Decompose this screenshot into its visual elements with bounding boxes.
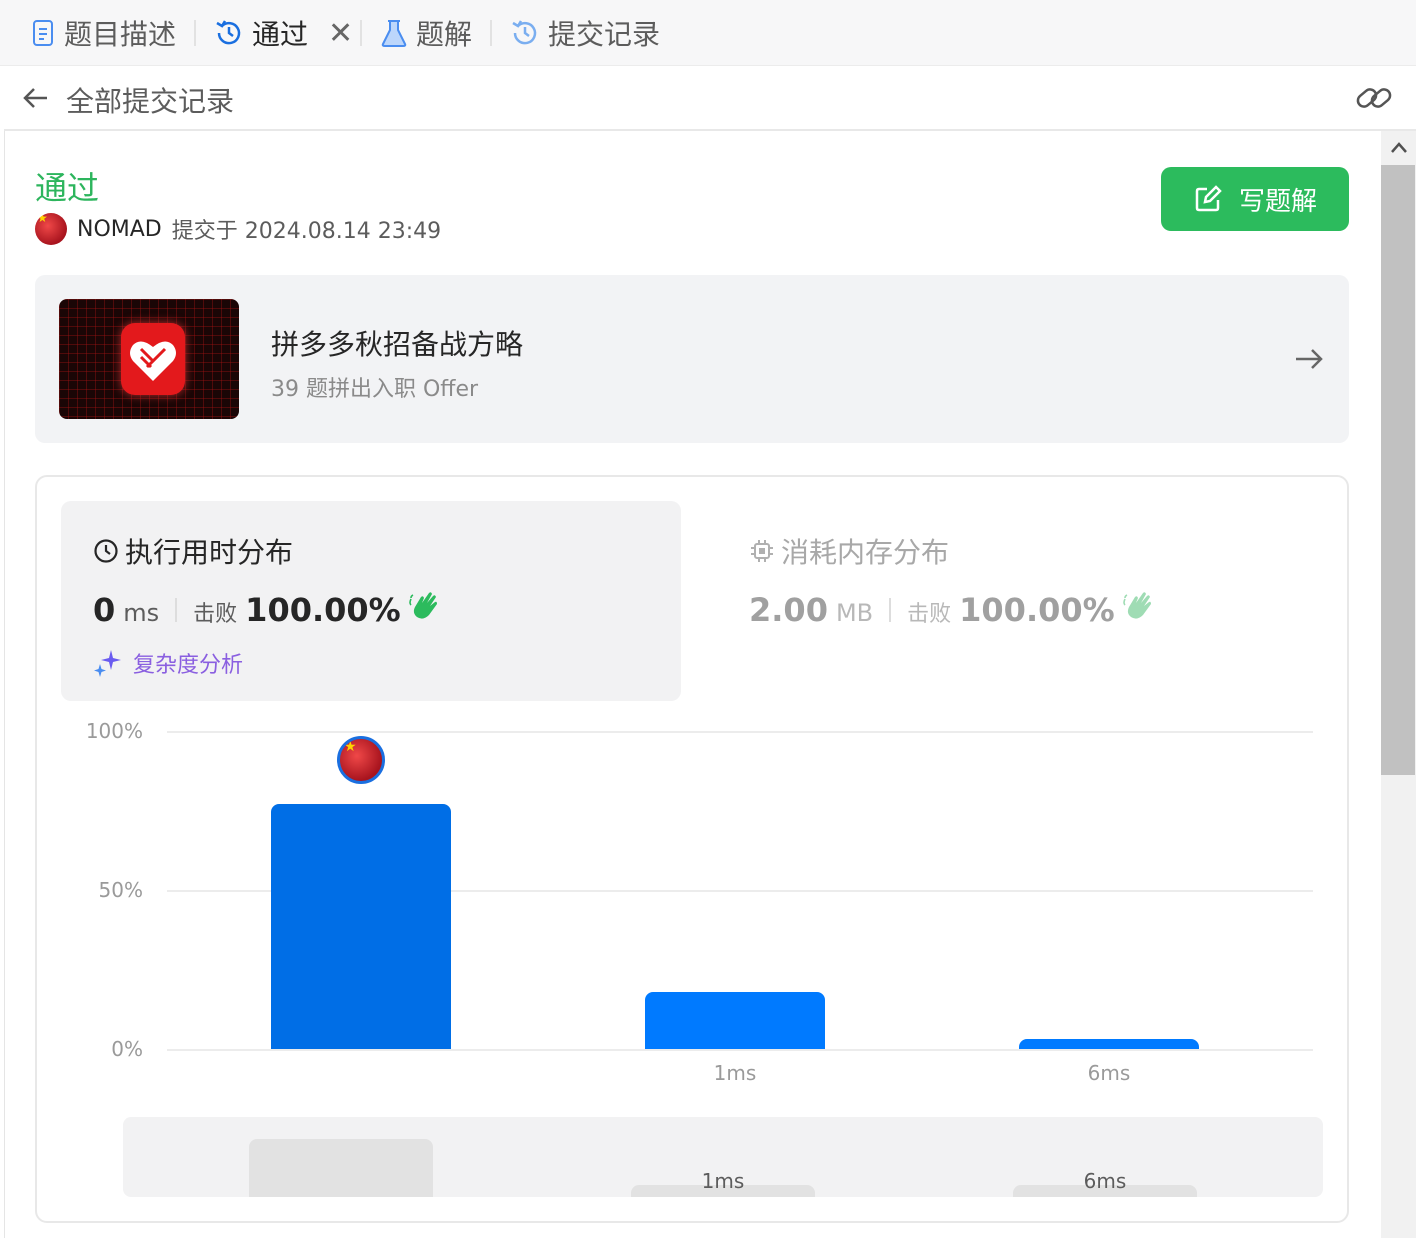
runtime-beat-value: 100.00%	[245, 591, 401, 629]
runtime-unit: ms	[123, 599, 160, 627]
tab-label: 题解	[416, 18, 473, 51]
tab-bar: 题目描述 通过 ✕ 题解 提交记录	[0, 0, 1416, 66]
clap-hands-icon	[408, 592, 437, 619]
document-icon	[33, 20, 53, 46]
chip-icon	[751, 540, 773, 562]
all-submissions-link[interactable]: 全部提交记录	[66, 80, 234, 120]
arrow-right-icon[interactable]	[1293, 343, 1325, 375]
close-icon[interactable]: ✕	[328, 16, 353, 51]
x-tick-label: 1ms	[713, 1061, 757, 1085]
memory-value: 2.00	[749, 591, 828, 629]
submission-header: 全部提交记录	[4, 66, 1416, 131]
scrollbar-thumb[interactable]	[1381, 165, 1415, 775]
divider	[889, 598, 892, 622]
scroll-up-icon[interactable]	[1389, 139, 1409, 155]
chart-bar[interactable]	[271, 804, 451, 1049]
beat-label: 击败	[907, 602, 952, 627]
history-icon	[512, 20, 537, 45]
scrollbar[interactable]	[1381, 131, 1416, 1238]
promo-subtitle: 39 题拼出入职 Offer	[271, 377, 479, 402]
submission-status: 通过	[35, 169, 100, 207]
runtime-stats: 0 ms 击败 100.00%	[93, 591, 441, 629]
tab-solutions[interactable]: 题解	[380, 0, 472, 66]
tab-description[interactable]: 题目描述	[30, 0, 176, 66]
navigator-bar	[249, 1139, 433, 1197]
tab-label: 题目描述	[64, 18, 177, 51]
memory-card[interactable]: 消耗内存分布 2.00 MB 击败 100.00%	[717, 501, 1317, 701]
avatar[interactable]	[35, 213, 67, 245]
pinduoduo-logo-icon	[121, 323, 185, 395]
tab-submissions[interactable]: 提交记录	[510, 0, 660, 66]
tab-divider	[194, 20, 196, 46]
submit-time: 提交于 2024.08.14 23:49	[171, 219, 442, 244]
memory-title: 消耗内存分布	[749, 531, 949, 571]
navigator-tick-label: 6ms	[1083, 1169, 1127, 1193]
write-solution-button[interactable]: 写题解	[1161, 167, 1349, 231]
promo-title: 拼多多秋招备战方略	[271, 328, 524, 361]
back-arrow-icon[interactable]	[20, 82, 52, 114]
beat-label: 击败	[193, 602, 238, 627]
submitter-info: NOMAD 提交于 2024.08.14 23:49	[35, 213, 441, 245]
chart-range-navigator[interactable]: 1ms 6ms	[123, 1117, 1323, 1197]
link-icon[interactable]	[1354, 80, 1394, 116]
y-tick-label: 0%	[111, 1037, 143, 1061]
sparkle-icon	[94, 650, 121, 677]
chart-bar[interactable]	[645, 991, 825, 1049]
clock-icon	[94, 539, 118, 563]
runtime-card[interactable]: 执行用时分布 0 ms 击败 100.00% 复杂度分析	[61, 501, 681, 701]
write-solution-label: 写题解	[1238, 186, 1317, 217]
runtime-title-text: 执行用时分布	[125, 536, 294, 569]
memory-beat-value: 100.00%	[959, 591, 1115, 629]
user-name[interactable]: NOMAD	[77, 217, 162, 242]
memory-stats: 2.00 MB 击败 100.00%	[749, 591, 1155, 629]
promo-banner[interactable]: 拼多多秋招备战方略 39 题拼出入职 Offer	[35, 275, 1349, 443]
gridline	[167, 731, 1313, 733]
y-tick-label: 50%	[98, 878, 143, 902]
chart-bar[interactable]	[1019, 1039, 1199, 1049]
history-icon	[216, 20, 241, 45]
promo-image	[59, 299, 239, 419]
navigator-tick-label: 1ms	[701, 1169, 745, 1193]
runtime-title: 执行用时分布	[93, 531, 293, 571]
x-tick-label: 6ms	[1087, 1061, 1131, 1085]
flask-icon	[381, 20, 407, 47]
tab-label: 通过	[252, 18, 309, 51]
submission-detail: 通过 NOMAD 提交于 2024.08.14 23:49 写题解 拼多多秋招备…	[4, 131, 1416, 1238]
memory-unit: MB	[835, 599, 874, 627]
runtime-distribution-chart[interactable]: 100% 50% 0% 1ms 6ms	[73, 717, 1313, 1097]
runtime-value: 0	[93, 591, 116, 629]
performance-panel: 执行用时分布 0 ms 击败 100.00% 复杂度分析 消耗内存分布 2.00…	[35, 475, 1349, 1223]
y-tick-label: 100%	[85, 719, 143, 743]
tab-accepted[interactable]: 通过 ✕	[214, 0, 353, 66]
complexity-analysis-label: 复杂度分析	[133, 653, 244, 678]
complexity-analysis-link[interactable]: 复杂度分析	[93, 647, 243, 679]
tab-label: 提交记录	[548, 18, 661, 51]
edit-icon	[1195, 185, 1222, 212]
memory-title-text: 消耗内存分布	[781, 536, 950, 569]
gridline	[167, 1049, 1313, 1051]
clap-hands-icon	[1122, 592, 1151, 619]
tab-divider	[490, 20, 492, 46]
tab-divider	[360, 20, 362, 46]
divider	[175, 598, 178, 622]
avatar	[337, 736, 385, 785]
